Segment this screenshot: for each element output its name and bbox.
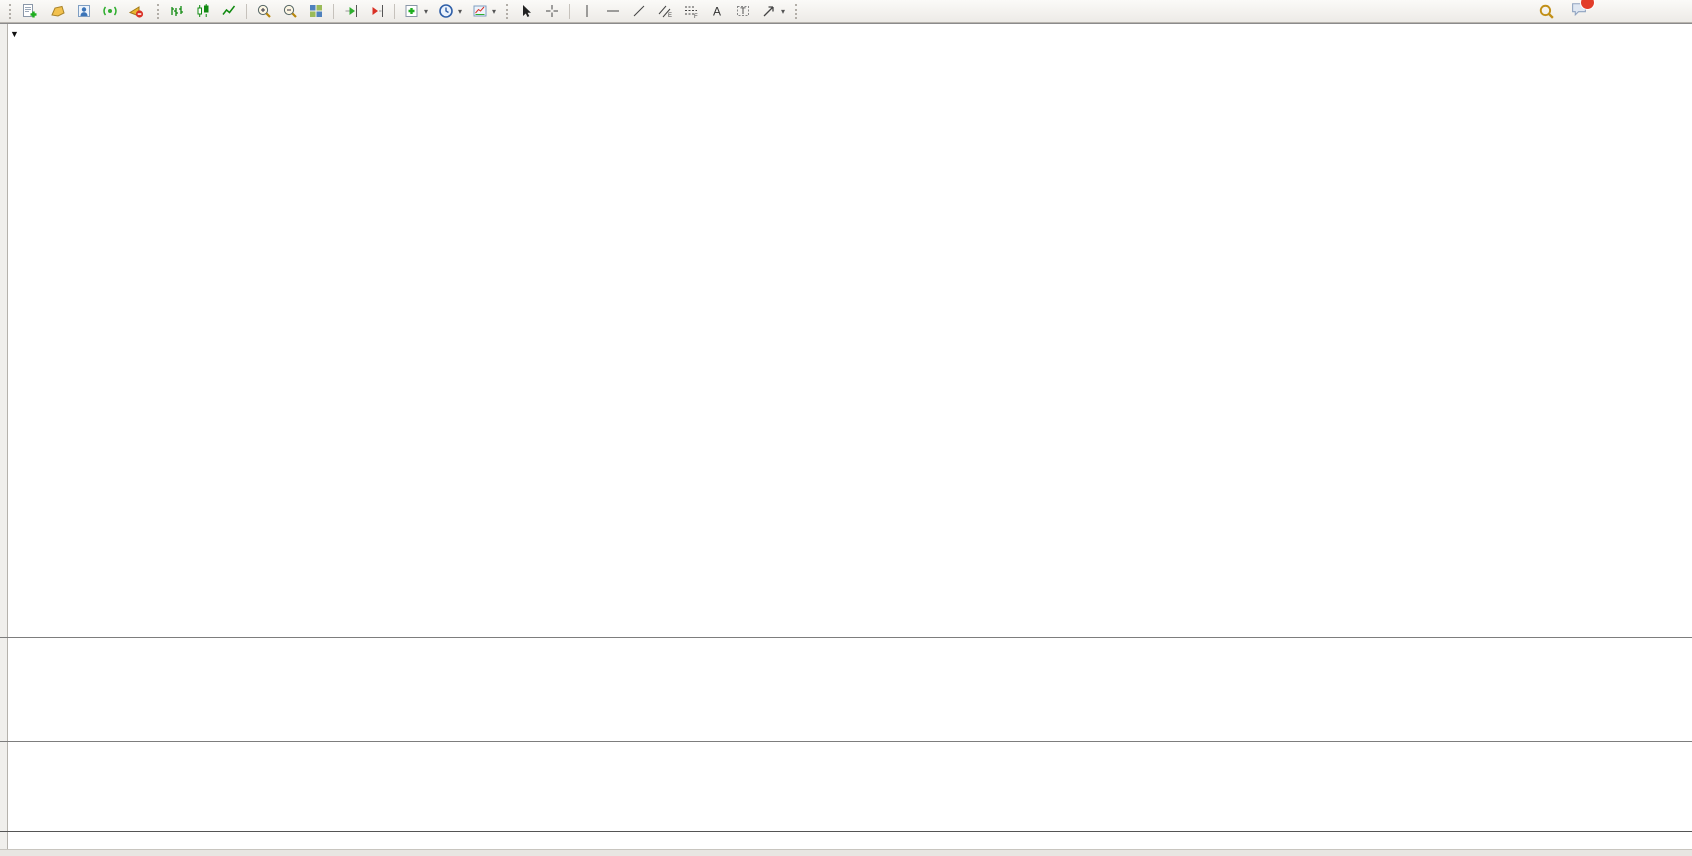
search-button[interactable] xyxy=(1534,1,1559,21)
svg-text:F: F xyxy=(694,14,698,19)
market-watch-button[interactable] xyxy=(46,1,70,21)
text-label-tool-button[interactable]: T xyxy=(731,1,755,21)
arrows-tool-button[interactable]: ▾ xyxy=(757,1,789,21)
tile-windows-button[interactable] xyxy=(304,1,328,21)
indicators-button[interactable]: ▾ xyxy=(400,1,432,21)
chart-shift-button[interactable] xyxy=(365,1,389,21)
window-bottom-edge xyxy=(0,849,1692,856)
candlestick-chart-button[interactable] xyxy=(191,1,215,21)
toolbar-group-handle[interactable] xyxy=(506,4,508,19)
text-label-icon: T xyxy=(735,3,751,19)
signals-button[interactable] xyxy=(98,1,122,21)
chart-shift-icon xyxy=(369,3,385,19)
autotrading-button[interactable] xyxy=(124,1,151,21)
notification-badge xyxy=(1580,0,1595,10)
data-window-button[interactable] xyxy=(72,1,96,21)
chart-top-border xyxy=(0,23,1692,24)
crosshair-tool-button[interactable] xyxy=(540,1,564,21)
tile-windows-icon xyxy=(308,3,324,19)
fibonacci-tool-button[interactable]: F xyxy=(679,1,703,21)
dropdown-caret-icon: ▾ xyxy=(458,7,462,16)
bar-chart-icon xyxy=(169,3,185,19)
fibonacci-icon: F xyxy=(683,3,699,19)
auto-scroll-icon xyxy=(343,3,359,19)
toolbar-right-tools xyxy=(1533,0,1588,22)
time-axis-border xyxy=(0,831,1692,832)
periods-clock-icon xyxy=(438,3,454,19)
arrows-tool-icon xyxy=(761,3,777,19)
text-tool-icon: A xyxy=(709,3,725,19)
dropdown-caret-icon: ▾ xyxy=(781,7,785,16)
mt4-window: ▾ ▾ ▾ xyxy=(0,0,1692,856)
toolbar-separator xyxy=(394,4,395,19)
data-window-icon xyxy=(76,3,92,19)
toolbar-drag-handle[interactable] xyxy=(9,4,11,19)
toolbar-separator xyxy=(569,4,570,19)
toolbar-separator xyxy=(246,4,247,19)
svg-text:E: E xyxy=(668,13,672,19)
templates-button[interactable]: ▾ xyxy=(468,1,500,21)
svg-text:T: T xyxy=(740,6,746,16)
line-chart-button[interactable] xyxy=(217,1,241,21)
trendline-icon xyxy=(631,3,647,19)
vertical-line-icon xyxy=(579,3,595,19)
templates-icon xyxy=(472,3,488,19)
zoom-in-button[interactable] xyxy=(252,1,276,21)
indicators-icon xyxy=(404,3,420,19)
toolbar-group-handle[interactable] xyxy=(157,4,159,19)
equidistant-channel-icon: E xyxy=(657,3,673,19)
rsi-pane-separator[interactable] xyxy=(0,741,1692,742)
new-order-icon xyxy=(21,3,37,19)
signals-icon xyxy=(102,3,118,19)
market-watch-icon xyxy=(50,3,66,19)
auto-scroll-button[interactable] xyxy=(339,1,363,21)
new-order-button[interactable] xyxy=(17,1,44,21)
toolbar-separator xyxy=(333,4,334,19)
channel-tool-button[interactable]: E xyxy=(653,1,677,21)
zoom-out-icon xyxy=(282,3,298,19)
toolbar: ▾ ▾ ▾ xyxy=(0,0,1692,23)
chat-button[interactable] xyxy=(1570,0,1588,22)
bar-chart-button[interactable] xyxy=(165,1,189,21)
trendline-tool-button[interactable] xyxy=(627,1,651,21)
cursor-arrow-icon xyxy=(518,3,534,19)
dropdown-caret-icon: ▾ xyxy=(492,7,496,16)
toolbar-group-handle[interactable] xyxy=(795,4,797,19)
zoom-out-button[interactable] xyxy=(278,1,302,21)
horizontal-line-tool-button[interactable] xyxy=(601,1,625,21)
chart-title: ▼ xyxy=(10,28,29,40)
crosshair-icon xyxy=(544,3,560,19)
dropdown-caret-icon: ▾ xyxy=(424,7,428,16)
price-chart-canvas[interactable] xyxy=(0,0,1692,856)
cursor-tool-button[interactable] xyxy=(514,1,538,21)
svg-text:A: A xyxy=(713,5,721,19)
search-icon xyxy=(1538,3,1555,20)
zoom-in-icon xyxy=(256,3,272,19)
text-tool-button[interactable]: A xyxy=(705,1,729,21)
vertical-line-tool-button[interactable] xyxy=(575,1,599,21)
candlestick-chart-icon xyxy=(195,3,211,19)
horizontal-line-icon xyxy=(605,3,621,19)
macd-pane-separator[interactable] xyxy=(0,637,1692,638)
periods-button[interactable]: ▾ xyxy=(434,1,466,21)
window-left-edge xyxy=(0,23,8,856)
chart-menu-caret-icon[interactable]: ▼ xyxy=(10,29,19,39)
autotrading-icon xyxy=(128,3,144,19)
line-chart-icon xyxy=(221,3,237,19)
